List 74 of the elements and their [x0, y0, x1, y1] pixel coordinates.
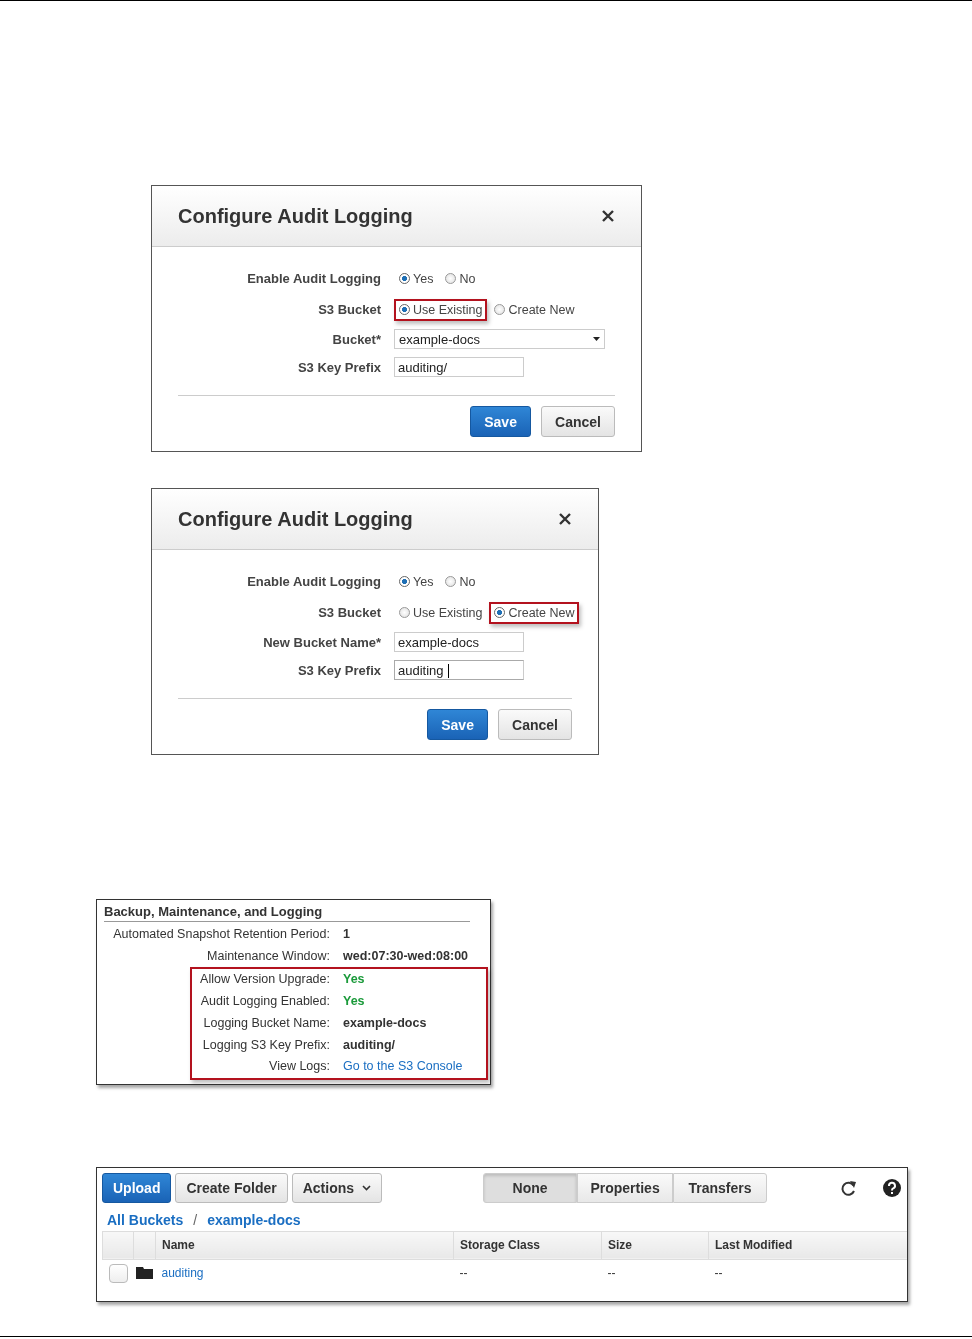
detail-value: 1: [343, 926, 351, 943]
column-header[interactable]: Last Modified: [708, 1231, 907, 1260]
save-button[interactable]: Save: [427, 709, 489, 740]
detail-value: auditing/: [343, 1036, 397, 1054]
row-checkbox[interactable]: [108, 1263, 128, 1283]
create-folder-button[interactable]: Create Folder: [175, 1173, 288, 1204]
field-label: New Bucket Name*: [262, 634, 381, 650]
field-label: S3 Key Prefix: [296, 662, 381, 678]
radio-label: Yes: [413, 574, 434, 589]
radio-label: Use Existing: [413, 605, 483, 620]
field-label: S3 Bucket: [317, 605, 381, 620]
detail-value: example-docs: [343, 1014, 428, 1032]
radio-button[interactable]: [399, 576, 410, 587]
radio-button[interactable]: [399, 273, 410, 284]
input-field[interactable]: auditing/: [394, 357, 524, 377]
radio-button[interactable]: [399, 607, 410, 618]
input-field[interactable]: auditing: [394, 660, 524, 680]
detail-label: Allow Version Upgrade:: [199, 971, 330, 989]
cancel-button[interactable]: Cancel: [498, 709, 572, 740]
refresh-icon[interactable]: [841, 1179, 857, 1197]
detail-label: Logging S3 Key Prefix:: [201, 1036, 330, 1054]
close-icon[interactable]: [558, 512, 572, 526]
panel-title: Backup, Maintenance, and Logging: [104, 904, 470, 922]
detail-value: Yes: [343, 993, 366, 1011]
table-cell: --: [453, 1259, 602, 1287]
input-field[interactable]: example-docs: [394, 632, 524, 652]
dialog-title: Configure Audit Logging: [178, 507, 413, 531]
caret-icon: [593, 337, 600, 341]
field-label: Enable Audit Logging: [246, 574, 381, 589]
radio-button[interactable]: [445, 273, 457, 284]
actions-menu-button[interactable]: Actions: [291, 1173, 383, 1204]
radio-label: Create New: [508, 302, 575, 317]
radio-button[interactable]: [494, 607, 506, 618]
detail-label: Audit Logging Enabled:: [199, 993, 330, 1011]
field-label: Enable Audit Logging: [246, 271, 381, 286]
radio-label: No: [459, 574, 476, 589]
upload-button[interactable]: Upload: [102, 1173, 172, 1204]
breadcrumb-link[interactable]: All Buckets: [107, 1211, 184, 1228]
radio-button[interactable]: [399, 304, 410, 315]
breadcrumb-link[interactable]: example-docs: [207, 1211, 301, 1228]
column-header[interactable]: Size: [601, 1231, 709, 1260]
help-icon[interactable]: [883, 1179, 901, 1198]
chevron-icon: [362, 1185, 372, 1192]
breadcrumb-separator: /: [193, 1211, 198, 1228]
cancel-button[interactable]: Cancel: [541, 406, 615, 437]
radio-button[interactable]: [494, 304, 506, 315]
table-cell: --: [601, 1259, 709, 1287]
column-header[interactable]: Storage Class: [453, 1231, 602, 1260]
radio-button[interactable]: [445, 576, 457, 587]
view-tab[interactable]: Properties: [577, 1173, 674, 1204]
radio-label: Use Existing: [413, 302, 483, 317]
table-cell: --: [708, 1259, 907, 1287]
dialog-title: Configure Audit Logging: [178, 204, 413, 228]
field-label: S3 Key Prefix: [296, 359, 381, 375]
bucket-dropdown[interactable]: example-docs: [394, 329, 605, 349]
detail-label: Automated Snapshot Retention Period:: [112, 926, 330, 943]
folder-icon: [135, 1264, 153, 1279]
close-icon[interactable]: [601, 209, 615, 223]
detail-label: Maintenance Window:: [206, 947, 330, 965]
view-tab[interactable]: Transfers: [673, 1173, 768, 1204]
field-label: S3 Bucket: [317, 302, 381, 317]
detail-label: Logging Bucket Name:: [202, 1014, 330, 1032]
detail-value: Yes: [343, 971, 366, 989]
console-link[interactable]: Go to the S3 Console: [343, 1056, 482, 1078]
detail-value: wed:07:30-wed:08:00: [343, 947, 470, 965]
radio-label: Create New: [508, 605, 575, 620]
save-button[interactable]: Save: [470, 406, 532, 437]
view-tab[interactable]: None: [483, 1173, 578, 1204]
folder-link[interactable]: auditing: [155, 1259, 454, 1287]
detail-label: View Logs:: [268, 1058, 330, 1076]
radio-label: No: [459, 271, 476, 286]
radio-label: Yes: [413, 271, 434, 286]
column-header[interactable]: Name: [155, 1231, 454, 1260]
field-label: Bucket*: [331, 331, 381, 347]
